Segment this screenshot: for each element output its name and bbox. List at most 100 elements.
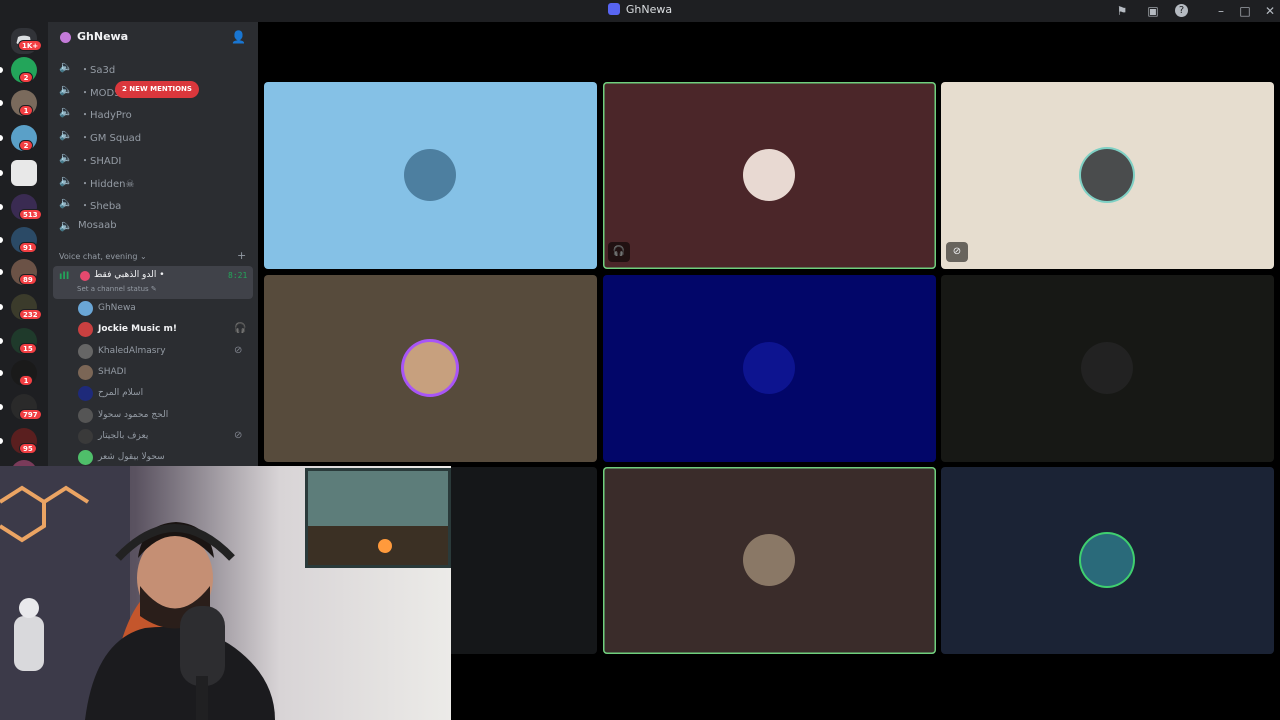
voice-member[interactable]: KhaledAlmasry ⊘ — [76, 342, 252, 362]
video-tile-1[interactable] — [264, 82, 597, 269]
new-mentions-pill[interactable]: 2 NEW MENTIONS — [115, 81, 199, 98]
participant-avatar — [743, 534, 795, 586]
unread-pill — [0, 438, 3, 444]
server-badge: 797 — [19, 409, 42, 420]
maximize-button[interactable]: □ — [1237, 3, 1253, 19]
mic-muted-icon: ⊘ — [946, 242, 968, 262]
server-badge: 2 — [19, 140, 33, 151]
avatar — [78, 301, 93, 316]
unread-pill — [0, 170, 3, 176]
server-badge: 513 — [19, 209, 42, 220]
server-badge: 89 — [19, 274, 37, 285]
active-voice-channel[interactable]: ıll الدو الذهبي فقط • 8:21 Set a channel… — [53, 266, 253, 299]
streamer-webcam — [0, 466, 451, 720]
video-tile-2[interactable]: 🎧 — [603, 82, 936, 269]
unread-pill — [0, 269, 3, 275]
speaker-icon: 🔈 — [59, 173, 73, 187]
title-bar: GhNewa ⚑ ▣ ? – □ ✕ — [0, 0, 1280, 22]
server-badge: 1 — [19, 375, 33, 386]
server-header[interactable]: GhNewa ⌄ 👤 — [48, 22, 258, 54]
server-badge: 1 — [19, 105, 33, 116]
member-name: سحولا بيقول شعر — [98, 452, 165, 463]
voice-timer: 8:21 — [228, 271, 248, 280]
screen-share-icon[interactable]: ▣ — [1145, 3, 1161, 19]
voice-channel-item[interactable]: 🔈 Mosaab — [56, 217, 252, 237]
avatar — [78, 428, 93, 444]
video-tile-5[interactable] — [603, 275, 936, 462]
category-voice-chat[interactable]: Voice chat, evening ⌄ — [59, 252, 147, 261]
voice-member[interactable]: يعزف بالجيتار ⊘ — [76, 427, 252, 447]
participant-avatar — [404, 149, 456, 201]
participant-avatar — [404, 342, 456, 394]
headphones-icon: 🎧 — [608, 242, 630, 262]
member-name: Jockie Music m! — [98, 324, 177, 335]
channel-label: ・Hidden☠ — [80, 178, 135, 190]
speaker-icon: 🔈 — [59, 150, 73, 164]
minimize-button[interactable]: – — [1213, 3, 1229, 19]
unread-pill — [0, 100, 3, 106]
voice-channel-item[interactable]: 🔈 ・SHADI — [56, 149, 252, 169]
voice-member[interactable]: اسلام المرح — [76, 384, 252, 404]
member-name: GhNewa — [98, 303, 136, 313]
speaker-icon: 🔈 — [59, 105, 73, 119]
voice-channel-item[interactable]: 🔈 ・GM Squad — [56, 126, 252, 146]
server-pubg-server[interactable] — [11, 160, 37, 186]
webcam-scene — [0, 466, 451, 720]
active-channel-name: الدو الذهبي فقط • — [94, 270, 165, 280]
channel-label: ・GM Squad — [80, 133, 142, 145]
voice-channel-item[interactable]: 🔈 ・Sa3d — [56, 58, 252, 78]
avatar — [78, 407, 93, 423]
add-channel-icon[interactable]: + — [237, 249, 246, 262]
server-badge: 2 — [19, 72, 33, 83]
unread-pill — [0, 237, 3, 243]
video-tile-8[interactable] — [603, 467, 936, 654]
participant-avatar — [1081, 342, 1133, 394]
live-indicator — [80, 271, 90, 281]
add-member-icon[interactable]: 👤 — [231, 30, 246, 44]
speaker-icon: 🔈 — [59, 196, 73, 210]
server-badge: 95 — [19, 443, 37, 454]
member-name: الحج محمود سحولا — [98, 409, 169, 420]
participant-avatar — [1081, 534, 1133, 586]
channel-label: ・HadyPro — [80, 110, 132, 122]
chevron-down-icon: ⌄ — [119, 31, 127, 41]
channel-label: ・Sa3d — [80, 65, 116, 76]
participant-avatar — [1081, 149, 1133, 201]
video-tile-4[interactable] — [264, 275, 597, 462]
headphones-icon: 🎧 — [234, 323, 247, 335]
member-name: يعزف بالجيتار — [98, 430, 149, 441]
discord-app-icon — [607, 3, 620, 15]
member-name: اسلام المرح — [98, 388, 144, 399]
speaker-icon: 🔈 — [59, 128, 73, 142]
avatar — [78, 386, 93, 402]
channel-status-link[interactable]: Set a channel status ✎ — [77, 285, 157, 293]
video-tile-3[interactable]: ⊘ — [941, 82, 1274, 269]
help-icon[interactable]: ? — [1175, 4, 1188, 17]
participant-avatar — [743, 342, 795, 394]
voice-member[interactable]: الحج محمود سحولا — [76, 406, 252, 426]
voice-member[interactable]: SHADI — [76, 363, 252, 383]
voice-active-icon: ıll — [59, 271, 70, 282]
mic-muted-icon: ⊘ — [234, 344, 243, 356]
voice-channel-item[interactable]: 🔈 ・Hidden☠ — [56, 172, 252, 192]
voice-member[interactable]: Jockie Music m! 🎧 — [76, 320, 252, 340]
server-icon — [60, 32, 71, 43]
avatar — [78, 364, 93, 380]
voice-member[interactable]: GhNewa — [76, 299, 252, 319]
avatar — [78, 450, 93, 466]
inbox-flag-icon[interactable]: ⚑ — [1114, 3, 1130, 19]
unread-pill — [0, 370, 3, 376]
unread-pill — [0, 338, 3, 344]
video-tile-9[interactable] — [941, 467, 1274, 654]
video-tile-6[interactable] — [941, 275, 1274, 462]
close-button[interactable]: ✕ — [1262, 3, 1278, 19]
speaker-icon: 🔈 — [59, 60, 73, 73]
server-badge: 15 — [19, 343, 37, 354]
voice-channel-item[interactable]: 🔈 ・HadyPro — [56, 103, 252, 123]
voice-channel-item[interactable]: 🔈 ・Sheba — [56, 194, 252, 214]
channel-label: Mosaab — [78, 219, 117, 231]
mic-muted-icon: ⊘ — [234, 429, 243, 441]
unread-pill — [0, 67, 3, 73]
unread-pill — [0, 304, 3, 310]
speaker-icon: 🔈 — [59, 82, 73, 96]
